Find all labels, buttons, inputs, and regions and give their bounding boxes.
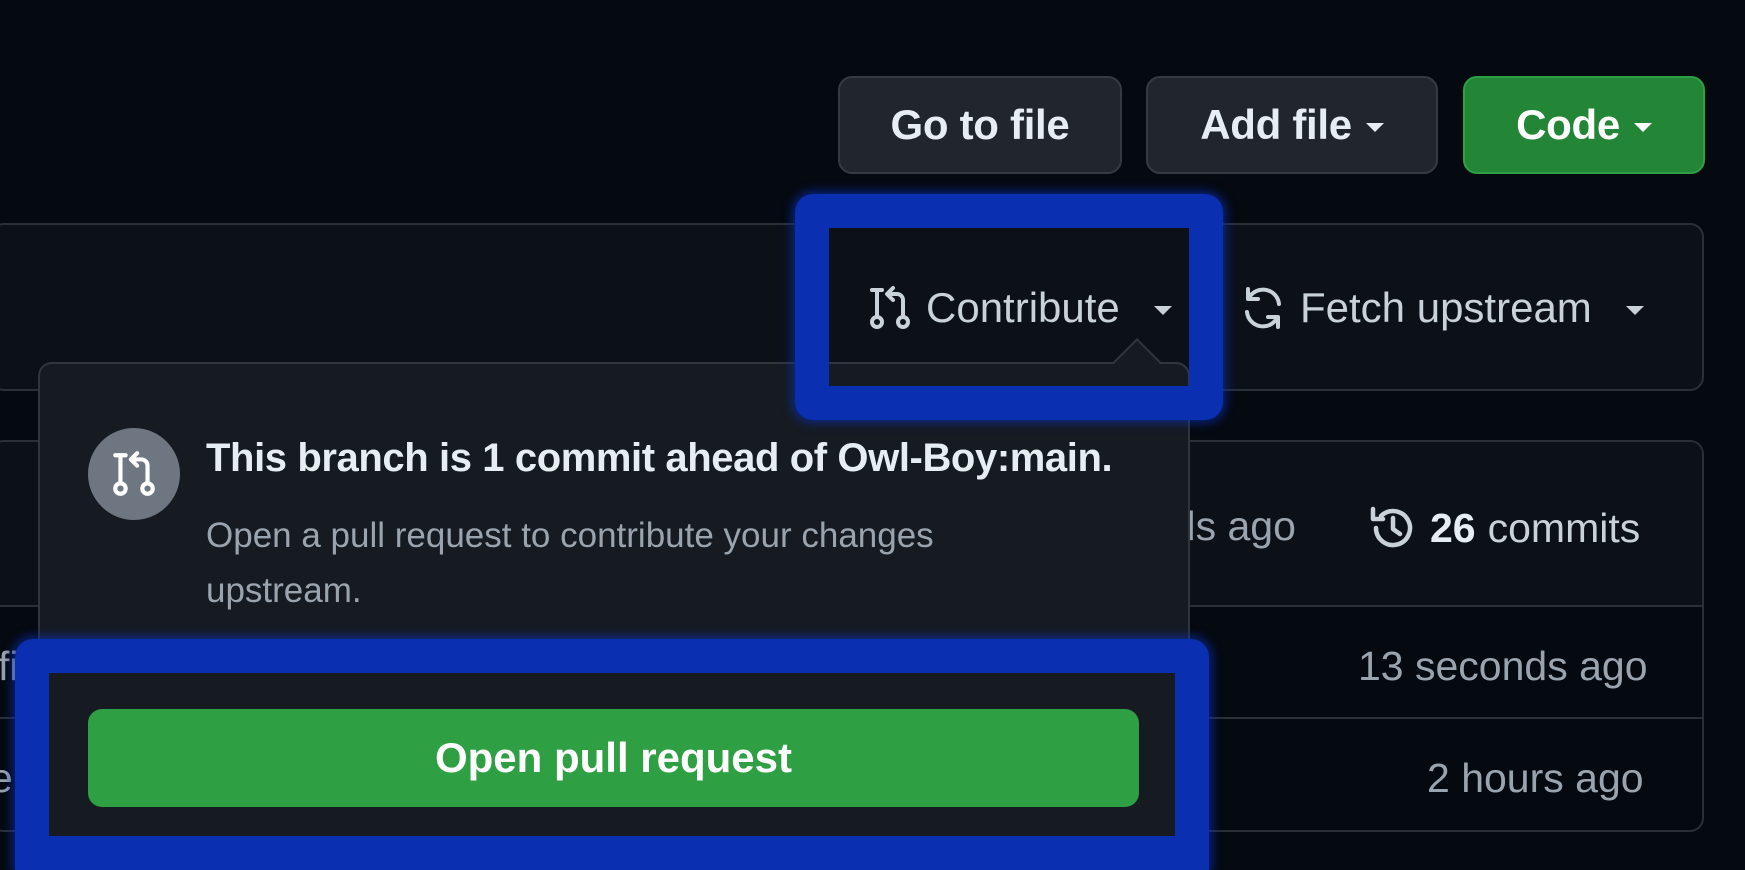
popover-pr-avatar [88, 428, 180, 520]
open-pull-request-button[interactable]: Open pull request [88, 709, 1139, 807]
popover-title: This branch is 1 commit ahead of Owl-Boy… [206, 436, 1113, 480]
fetch-upstream-label: Fetch upstream [1300, 284, 1592, 331]
sync-icon [1245, 287, 1281, 329]
history-icon [1370, 506, 1413, 548]
go-to-file-button[interactable]: Go to file [838, 76, 1122, 174]
git-pull-request-icon [870, 286, 910, 329]
contribute-label: Contribute [926, 284, 1120, 331]
add-file-label: Add file [1200, 101, 1352, 148]
popover-divider [40, 640, 1188, 642]
file-name-fragment[interactable]: fil [0, 643, 28, 690]
code-button[interactable]: Code [1463, 76, 1705, 174]
commits-label: commits [1487, 504, 1641, 551]
triangle-down-icon [1365, 122, 1384, 132]
code-label: Code [1516, 101, 1620, 148]
triangle-down-icon [1625, 305, 1644, 315]
add-file-button[interactable]: Add file [1146, 76, 1438, 174]
open-pull-request-label: Open pull request [434, 734, 793, 781]
row-time: 13 seconds ago [1358, 643, 1648, 689]
git-pull-request-icon [113, 451, 155, 496]
commits-link[interactable]: 26 commits [1368, 498, 1640, 558]
contribute-button[interactable]: Contribute [868, 270, 1172, 346]
triangle-down-icon [1153, 305, 1172, 315]
go-to-file-label: Go to file [890, 101, 1070, 148]
row-time: 2 hours ago [1427, 755, 1644, 801]
popover-description: Open a pull request to contribute your c… [206, 516, 934, 610]
commits-count: 26 [1430, 504, 1476, 551]
repo-page: Go to file Add file Code Contribute Fetc… [0, 0, 1745, 870]
triangle-down-icon [1633, 122, 1652, 132]
fetch-upstream-button[interactable]: Fetch upstream [1240, 270, 1644, 346]
